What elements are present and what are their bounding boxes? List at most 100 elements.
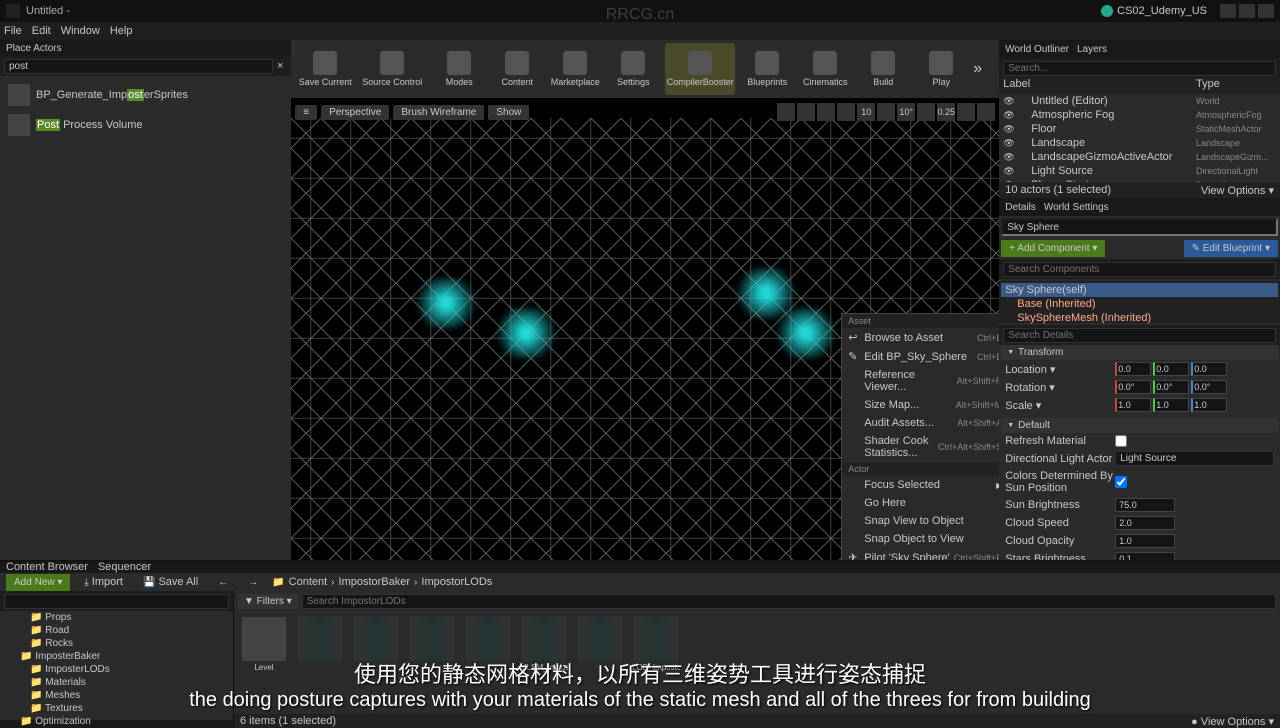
loc-z[interactable] [1191, 362, 1227, 376]
ctx-audit-assets[interactable]: Audit Assets...Alt+Shift+A [842, 414, 999, 432]
outliner-row[interactable]: 👁Untitled (Editor)World [999, 94, 1280, 108]
add-new-button[interactable]: Add New ▾ [6, 574, 70, 591]
minimize-button[interactable] [1220, 4, 1236, 18]
tree-item[interactable]: 📁 Meshes [0, 689, 233, 702]
tab-sequencer[interactable]: Sequencer [98, 561, 151, 573]
viewport-show[interactable]: Show [488, 105, 529, 120]
tab-content-browser[interactable]: Content Browser [6, 561, 88, 573]
menu-file[interactable]: File [4, 25, 22, 37]
viewport-perspective[interactable]: Perspective [321, 105, 389, 120]
tree-item[interactable]: 📁 Optimization [0, 715, 233, 728]
place-actors-search[interactable] [4, 59, 273, 74]
component-root[interactable]: Sky Sphere(self) [1001, 283, 1278, 297]
tool-play[interactable]: Play [915, 43, 967, 95]
viewport[interactable]: ≡ Perspective Brush Wireframe Show 10 10… [291, 98, 999, 560]
ctx-browse-to-asset[interactable]: ↩Browse to AssetCtrl+B [842, 328, 999, 347]
tree-item[interactable]: 📁 Textures [0, 702, 233, 715]
scl-z[interactable] [1191, 398, 1227, 412]
snap-btn[interactable] [877, 103, 895, 121]
snap-btn[interactable] [957, 103, 975, 121]
tab-details[interactable]: Details [1005, 202, 1036, 213]
asset-item[interactable] [296, 617, 344, 708]
crumb-lods[interactable]: ImpostorLODs [421, 576, 492, 588]
outliner-view-options[interactable]: View Options ▾ [1201, 184, 1274, 197]
ctx-ref-viewer[interactable]: Reference Viewer...Alt+Shift+R [842, 366, 999, 396]
snap-grid-val[interactable]: 10 [857, 103, 875, 121]
save-all-button[interactable]: 💾 Save All [137, 573, 204, 591]
snap-scale-val[interactable]: 0.25 [937, 103, 955, 121]
asset-item[interactable] [464, 617, 512, 708]
add-component-button[interactable]: + Add Component ▾ [1001, 240, 1105, 257]
viewport-viewmode[interactable]: Brush Wireframe [393, 105, 484, 120]
crumb-imposter[interactable]: ImpostorBaker [339, 576, 411, 588]
outliner-col-type[interactable]: Type [1196, 78, 1276, 94]
ctx-edit-asset[interactable]: ✎Edit BP_Sky_SphereCtrl+E [842, 347, 999, 366]
tab-layers[interactable]: Layers [1077, 44, 1107, 55]
outliner-row[interactable]: 👁LandscapeGizmoActiveActorLandscapeGizm.… [999, 150, 1280, 164]
snap-rot-val[interactable]: 10° [897, 103, 915, 121]
tool-save-current[interactable]: Save Current [299, 43, 351, 95]
component-base[interactable]: Base (Inherited) [1001, 297, 1278, 311]
tab-world-settings[interactable]: World Settings [1044, 202, 1109, 213]
tree-item[interactable]: 📁 Materials [0, 676, 233, 689]
tool-compiler-booster[interactable]: CompilerBooster [665, 43, 735, 95]
stars-brightness[interactable] [1115, 552, 1175, 560]
viewport-menu[interactable]: ≡ [295, 105, 317, 120]
snap-btn[interactable] [837, 103, 855, 121]
outliner-row[interactable]: 👁Light SourceDirectionalLight [999, 164, 1280, 178]
rot-z[interactable] [1191, 380, 1227, 394]
outliner-row[interactable]: 👁FloorStaticMeshActor [999, 122, 1280, 136]
tool-settings[interactable]: Settings [607, 43, 659, 95]
ctx-focus[interactable]: Focus Selected▶ [842, 476, 999, 494]
asset-search[interactable] [302, 594, 1276, 609]
tree-item[interactable]: 📁 Rocks [0, 637, 233, 650]
tool-build[interactable]: Build [857, 43, 909, 95]
ctx-shader-stats[interactable]: Shader Cook Statistics...Ctrl+Alt+Shift+… [842, 432, 999, 462]
outliner-row[interactable]: 👁Atmospheric FogAtmosphericFog [999, 108, 1280, 122]
tool-marketplace[interactable]: Marketplace [549, 43, 601, 95]
snap-btn[interactable] [917, 103, 935, 121]
toolbar-overflow-icon[interactable]: » [973, 60, 991, 78]
cloud-speed[interactable] [1115, 516, 1175, 530]
snap-btn[interactable] [817, 103, 835, 121]
asset-item[interactable] [408, 617, 456, 708]
snap-btn[interactable] [977, 103, 995, 121]
tool-source-control[interactable]: Source Control [357, 43, 427, 95]
actor-item-postprocess[interactable]: Post Process Volume [4, 110, 287, 140]
ctx-snap-object[interactable]: Snap Object to View [842, 530, 999, 548]
component-mesh[interactable]: SkySphereMesh (Inherited) [1001, 311, 1278, 325]
snap-btn[interactable] [797, 103, 815, 121]
components-search[interactable] [1003, 262, 1276, 277]
close-button[interactable] [1258, 4, 1274, 18]
outliner-col-label[interactable]: Label [1003, 78, 1196, 94]
filters-button[interactable]: ▼ Filters ▾ [238, 594, 298, 609]
loc-x[interactable] [1115, 362, 1151, 376]
dla-picker[interactable] [1115, 451, 1274, 466]
crumb-content[interactable]: Content [289, 576, 328, 588]
actor-item-bp-imposter[interactable]: BP_Generate_ImposterSprites [4, 80, 287, 110]
tool-blueprints[interactable]: Blueprints [741, 43, 793, 95]
scl-x[interactable] [1115, 398, 1151, 412]
tool-modes[interactable]: Modes [433, 43, 485, 95]
menu-window[interactable]: Window [61, 25, 100, 37]
sun-brightness[interactable] [1115, 498, 1175, 512]
cloud-opacity[interactable] [1115, 534, 1175, 548]
asset-item[interactable] [576, 617, 624, 708]
ctx-size-map[interactable]: Size Map...Alt+Shift+M [842, 396, 999, 414]
asset-item[interactable] [352, 617, 400, 708]
actor-name-field[interactable] [1001, 218, 1278, 236]
ctx-pilot[interactable]: ✈Pilot 'Sky Sphere'Ctrl+Shift+P [842, 548, 999, 560]
tree-item[interactable]: 📁 Props [0, 611, 233, 624]
snap-btn[interactable] [777, 103, 795, 121]
asset-item[interactable]: Level [240, 617, 288, 708]
nav-fwd[interactable]: → [242, 574, 264, 591]
import-button[interactable]: ⤓ Import [78, 573, 129, 591]
asset-item[interactable]: LOD_Impostor [632, 617, 680, 708]
section-default[interactable]: Default [1001, 418, 1278, 433]
asset-view-options[interactable]: ● View Options ▾ [1191, 715, 1274, 728]
refresh-material-check[interactable] [1115, 435, 1127, 447]
user-badge[interactable]: CS02_Udemy_US [1101, 5, 1207, 17]
menu-edit[interactable]: Edit [32, 25, 51, 37]
tool-cinematics[interactable]: Cinematics [799, 43, 851, 95]
section-transform[interactable]: Transform [1001, 345, 1278, 360]
